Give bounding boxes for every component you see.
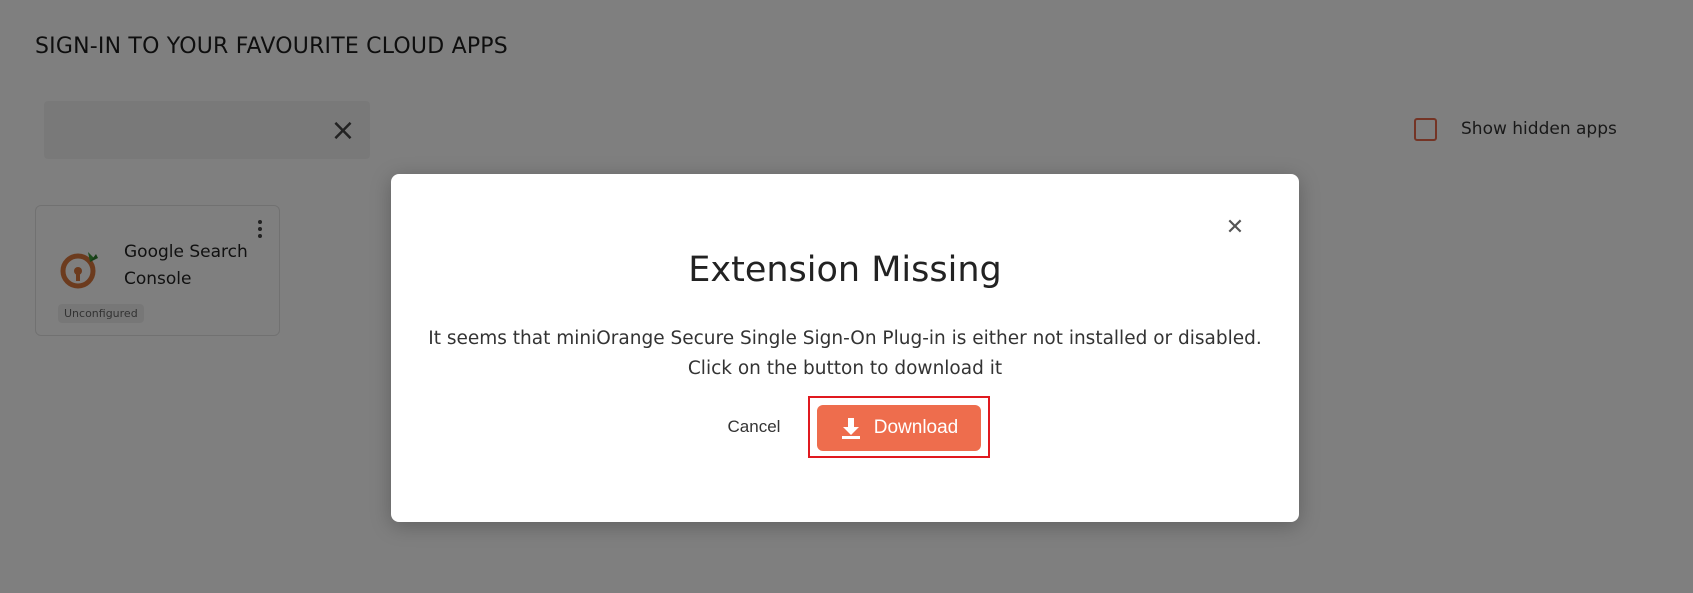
download-label: Download — [873, 417, 959, 438]
modal-message: It seems that miniOrange Secure Single S… — [421, 324, 1269, 384]
modal-actions: Cancel Download — [391, 396, 1299, 460]
close-icon[interactable]: ✕ — [1223, 216, 1247, 240]
cancel-button[interactable]: Cancel — [717, 412, 791, 442]
modal-message-line2: Click on the button to download it — [687, 358, 1003, 379]
extension-missing-dialog: ✕ Extension Missing It seems that miniOr… — [391, 174, 1299, 522]
modal-title: Extension Missing — [688, 250, 1002, 290]
download-button[interactable]: Download — [817, 405, 981, 451]
download-icon — [841, 418, 860, 439]
modal-message-line1: It seems that miniOrange Secure Single S… — [428, 328, 1262, 349]
